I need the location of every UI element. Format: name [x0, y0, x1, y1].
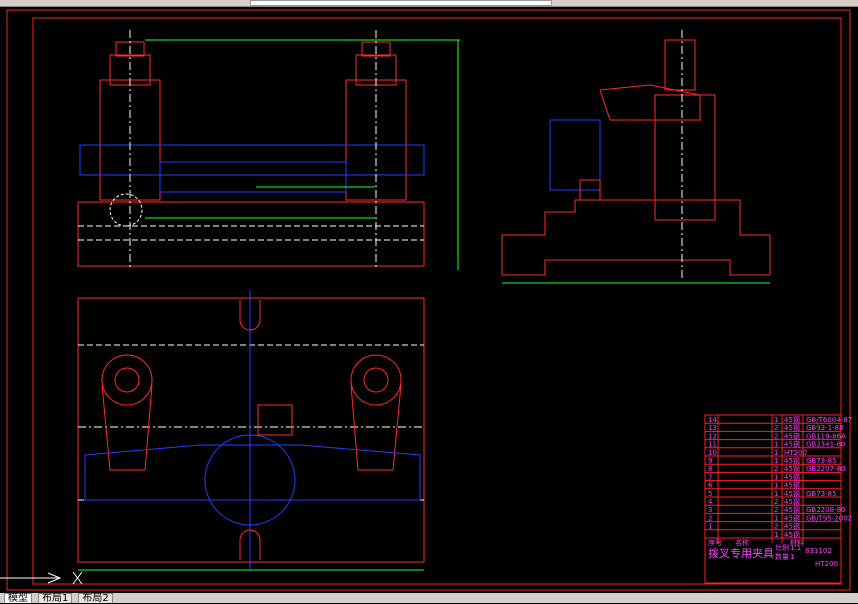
- title-block: 14 1 45钢 GB/T6004-8713 2 45钢 GB93-1-8812 2 45钢 GB…: [704, 414, 852, 584]
- table-header-name: 名称: [735, 538, 749, 547]
- table-cell-qty: 1: [774, 482, 778, 490]
- table-cell-qty: 2: [774, 424, 778, 432]
- table-header-no: 序号: [708, 538, 722, 547]
- drawing-canvas[interactable]: 14 1 45钢 GB/T6004-8713 2 45钢 GB93-1-8812 2 45钢 GB…: [0, 7, 858, 593]
- table-cell-qty: 1: [774, 490, 778, 498]
- table-cell-no: 10: [708, 449, 717, 457]
- material: HT200: [815, 560, 838, 568]
- svg-text:比例: 比例: [775, 543, 789, 552]
- table-cell-mat: 45钢: [784, 513, 800, 522]
- drawing-border-inner: [32, 17, 842, 585]
- svg-text:1:1: 1:1: [790, 544, 801, 552]
- table-cell-std: GB2208-80: [806, 506, 845, 514]
- table-cell-mat: 45钢: [784, 522, 800, 531]
- side-view: [501, 30, 771, 284]
- table-cell-mat: 45钢: [784, 423, 800, 432]
- table-cell-no: 12: [708, 432, 717, 440]
- table-cell-qty: 2: [774, 498, 778, 506]
- table-cell-no: 13: [708, 424, 717, 432]
- table-cell-mat: 45钢: [784, 464, 800, 473]
- table-cell-std: GB2207-80: [806, 465, 845, 473]
- toolbar: [0, 0, 858, 7]
- tab-layout1[interactable]: 布局1: [38, 593, 73, 604]
- tab-layout2[interactable]: 布局2: [78, 593, 113, 604]
- table-cell-mat: 45钢: [784, 505, 800, 514]
- table-cell-qty: 2: [774, 432, 778, 440]
- table-cell-std: GB73-85: [806, 490, 837, 498]
- table-cell-qty: 1: [774, 473, 778, 481]
- table-cell-mat: 45钢: [784, 489, 800, 498]
- table-cell-qty: 2: [774, 465, 778, 473]
- table-cell-std: GB2341-80: [806, 441, 845, 449]
- table-cell-no: 3: [708, 506, 712, 514]
- table-cell-std: GB/T6004-87: [806, 416, 852, 424]
- table-cell-std: GB/T95-2002: [806, 514, 852, 522]
- table-cell-mat: 45钢: [784, 497, 800, 506]
- table-cell-no: 5: [708, 490, 712, 498]
- table-cell-mat: 45钢: [784, 440, 800, 449]
- table-cell-qty: 1: [774, 449, 778, 457]
- table-cell-no: 7: [708, 473, 712, 481]
- ucs-icon: [0, 571, 83, 585]
- table-cell-no: 6: [708, 482, 713, 490]
- svg-text:1: 1: [790, 553, 794, 561]
- title-text: 拨叉专用夹具: [708, 546, 774, 560]
- table-cell-mat: 45钢: [784, 481, 800, 490]
- table-cell-mat: 45钢: [784, 415, 800, 424]
- table-cell-std: GB73-85: [806, 457, 837, 465]
- top-view: [77, 290, 425, 571]
- table-cell-mat: 45钢: [784, 456, 800, 465]
- table-cell-qty: 1: [774, 514, 778, 522]
- table-cell-no: 14: [708, 416, 717, 424]
- table-cell-mat: 45钢: [784, 472, 800, 481]
- table-cell-qty: 2: [774, 523, 778, 531]
- table-cell-std: GB93-1-88: [806, 424, 844, 432]
- table-cell-no: 8: [708, 465, 712, 473]
- svg-text:数量: 数量: [775, 552, 789, 561]
- table-cell-no: 11: [708, 441, 717, 449]
- table-cell-std: GB119-86A: [806, 432, 846, 440]
- table-cell-no: 4: [708, 498, 713, 506]
- table-cell-qty: 1: [774, 457, 778, 465]
- command-field[interactable]: [250, 0, 552, 6]
- drawing-border-outer: [6, 9, 851, 591]
- table-cell-mat: 45钢: [784, 431, 800, 440]
- table-cell-qty: 1: [774, 441, 778, 449]
- table-cell-qty: 2: [774, 506, 778, 514]
- table-cell-no: 2: [708, 514, 712, 522]
- front-view: [77, 30, 460, 270]
- layout-tabs: 模型 布局1 布局2: [0, 593, 858, 604]
- table-cell-mat: 45钢: [784, 530, 800, 539]
- table-cell-no: 9: [708, 457, 712, 465]
- table-cell-qty: 1: [774, 416, 778, 424]
- table-cell-no: 1: [708, 523, 712, 531]
- drawing-number: 831102: [805, 547, 832, 555]
- table-cell-qty: 1: [774, 531, 778, 539]
- tab-model[interactable]: 模型: [4, 593, 32, 604]
